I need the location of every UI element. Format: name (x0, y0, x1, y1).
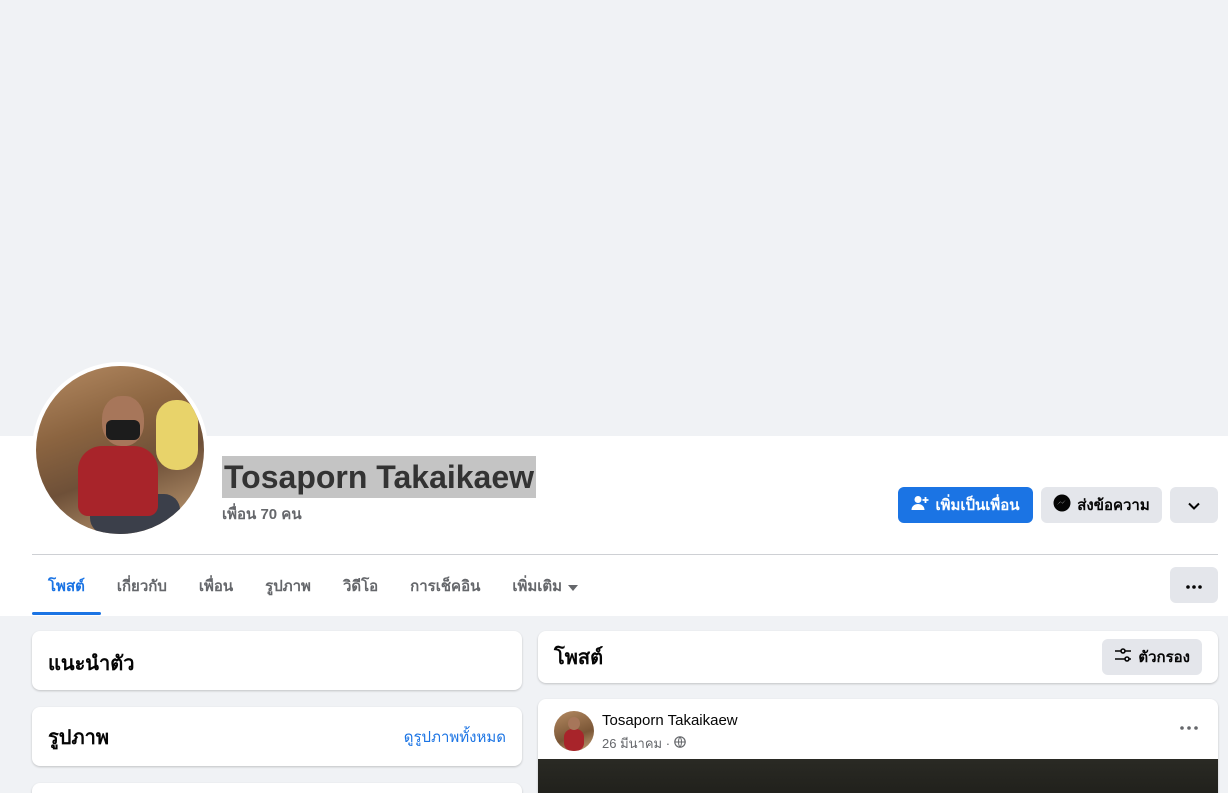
filter-icon (1114, 648, 1132, 666)
messenger-icon (1053, 494, 1071, 516)
profile-tabs: โพสต์ เกี่ยวกับ เพื่อน รูปภาพ วิดีโอ การ… (32, 560, 594, 616)
header-divider (32, 554, 1218, 555)
filter-label: ตัวกรอง (1138, 649, 1190, 666)
post-date[interactable]: 26 มีนาคม · (602, 733, 670, 754)
post-author-avatar[interactable] (554, 711, 594, 751)
profile-more-button[interactable] (1170, 487, 1218, 523)
tab-posts[interactable]: โพสต์ (32, 560, 101, 615)
post-author-name[interactable]: Tosaporn Takaikaew (602, 712, 738, 729)
photos-title: รูปภาพ (48, 726, 110, 749)
tab-more[interactable]: เพิ่มเติม (496, 560, 594, 612)
profile-photo-image (36, 366, 204, 534)
cover-photo[interactable] (0, 0, 1228, 436)
add-friend-label: เพิ่มเป็นเพื่อน (935, 497, 1020, 514)
tab-more-label: เพิ่มเติม (512, 578, 563, 595)
globe-icon (674, 736, 686, 751)
posts-header-card: โพสต์ ตัวกรอง (538, 631, 1218, 683)
tabs-more-options-button[interactable] (1170, 567, 1218, 603)
tab-friends[interactable]: เพื่อน (183, 560, 249, 612)
intro-card: แนะนำตัว (32, 631, 522, 690)
photos-card: รูปภาพ ดูรูปภาพทั้งหมด (32, 707, 522, 766)
ellipsis-icon (1180, 717, 1198, 734)
tab-about[interactable]: เกี่ยวกับ (101, 560, 183, 612)
post-meta: 26 มีนาคม · (602, 733, 686, 754)
friends-count-link[interactable]: เพื่อน 70 คน (222, 502, 536, 526)
profile-name-block: Tosaporn Takaikaew เพื่อน 70 คน (222, 456, 537, 526)
tab-checkins[interactable]: การเช็คอิน (394, 560, 496, 612)
profile-name: Tosaporn Takaikaew (222, 456, 537, 498)
post-image[interactable] (538, 759, 1218, 793)
message-label: ส่งข้อความ (1077, 497, 1150, 514)
post-options-button[interactable] (1180, 717, 1198, 735)
tab-videos[interactable]: วิดีโอ (327, 560, 394, 612)
friends-card (32, 783, 522, 793)
add-friend-icon (911, 495, 929, 515)
intro-title: แนะนำตัว (48, 653, 135, 675)
ellipsis-icon (1186, 576, 1202, 594)
see-all-photos-link[interactable]: ดูรูปภาพทั้งหมด (404, 725, 506, 749)
filter-button[interactable]: ตัวกรอง (1102, 639, 1202, 675)
profile-picture[interactable] (32, 362, 208, 538)
chevron-down-icon (1188, 497, 1200, 514)
post-card: Tosaporn Takaikaew 26 มีนาคม · (538, 699, 1218, 793)
tab-photos[interactable]: รูปภาพ (249, 560, 327, 612)
caret-down-icon (568, 578, 579, 595)
add-friend-button[interactable]: เพิ่มเป็นเพื่อน (898, 487, 1033, 523)
message-button[interactable]: ส่งข้อความ (1041, 487, 1162, 523)
posts-title: โพสต์ (554, 647, 604, 669)
